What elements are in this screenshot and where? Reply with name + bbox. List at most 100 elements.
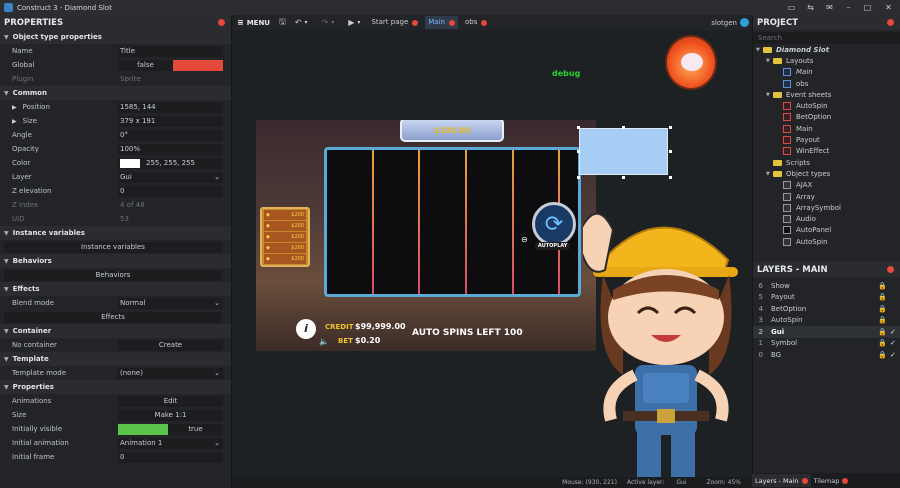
- layer-row[interactable]: 6 Show 🔒: [753, 280, 900, 292]
- section-effects[interactable]: ▼ Effects: [0, 282, 231, 296]
- lock-icon[interactable]: 🔒: [878, 351, 887, 359]
- undo-dropdown-icon[interactable]: ▾: [305, 19, 308, 26]
- tab-layers-main[interactable]: Layers - Main: [752, 474, 811, 487]
- speaker-icon[interactable]: 🔈: [319, 337, 329, 346]
- mascot-ball-sprite[interactable]: [665, 35, 717, 90]
- tab-obs[interactable]: obs: [462, 16, 490, 29]
- info-icon[interactable]: i: [296, 319, 316, 339]
- redo-icon[interactable]: ↷: [322, 18, 329, 27]
- create-container-button[interactable]: Create: [118, 339, 223, 351]
- layer-row[interactable]: 3 AutoSpin 🔒: [753, 315, 900, 327]
- blend-select[interactable]: Normal ⌄: [118, 297, 223, 309]
- lock-icon[interactable]: 🔒: [878, 305, 887, 313]
- close-button[interactable]: ✕: [877, 0, 900, 15]
- name-field[interactable]: Title: [118, 45, 223, 57]
- resize-handle[interactable]: [577, 150, 580, 153]
- opacity-field[interactable]: 100%: [118, 143, 223, 155]
- tab-close-dot[interactable]: [842, 477, 849, 484]
- tree-item-object[interactable]: ArraySymbol: [753, 202, 900, 213]
- initial-animation-select[interactable]: Animation 1 ⌄: [118, 437, 223, 449]
- panel-close-dot[interactable]: [218, 19, 225, 26]
- minimize-button[interactable]: –: [839, 0, 858, 15]
- zelev-field[interactable]: 0: [118, 185, 223, 197]
- instance-variables-button[interactable]: Instance variables: [4, 241, 222, 253]
- section-properties[interactable]: ▼ Properties: [0, 380, 231, 394]
- angle-field[interactable]: 0°: [118, 129, 223, 141]
- resize-handle[interactable]: [669, 150, 672, 153]
- maximize-button[interactable]: □: [858, 0, 877, 15]
- color-field[interactable]: 255, 255, 255: [118, 157, 223, 169]
- remote-preview-icon[interactable]: ⇆: [801, 0, 820, 15]
- lock-icon[interactable]: 🔒: [878, 339, 887, 347]
- position-field[interactable]: 1585, 144: [118, 101, 223, 113]
- redo-dropdown-icon[interactable]: ▾: [331, 19, 334, 26]
- resize-handle[interactable]: [669, 126, 672, 129]
- decrease-bet-icon[interactable]: ⊖: [521, 235, 528, 244]
- account-icon[interactable]: ▭: [782, 0, 801, 15]
- notifications-icon[interactable]: ✉: [820, 0, 839, 15]
- template-mode-select[interactable]: (none) ⌄: [118, 367, 223, 379]
- visible-check-icon[interactable]: ✓: [890, 351, 896, 359]
- selected-title-sprite[interactable]: [579, 128, 668, 175]
- tab-close-dot[interactable]: [801, 477, 808, 484]
- effects-button[interactable]: Effects: [4, 311, 222, 323]
- tree-item-event-sheet[interactable]: AutoSpin: [753, 100, 900, 111]
- tree-item-object[interactable]: AJAX: [753, 180, 900, 191]
- color-swatch[interactable]: [120, 158, 140, 168]
- resize-handle[interactable]: [577, 126, 580, 129]
- resize-handle[interactable]: [577, 176, 580, 179]
- lock-icon[interactable]: 🔒: [878, 316, 887, 324]
- project-search-input[interactable]: Search: [753, 32, 900, 44]
- section-object-type[interactable]: ▼ Object type properties: [0, 30, 231, 44]
- tab-close-dot[interactable]: [448, 19, 455, 26]
- section-container[interactable]: ▼ Container: [0, 324, 231, 338]
- worker-girl-sprite[interactable]: [583, 205, 749, 477]
- section-behaviors[interactable]: ▼ Behaviors: [0, 254, 231, 268]
- lock-icon[interactable]: 🔒: [878, 328, 887, 336]
- tree-folder-layouts[interactable]: ▼ Layouts: [753, 55, 900, 66]
- initially-visible-toggle[interactable]: true: [118, 423, 223, 435]
- section-common[interactable]: ▼ Common: [0, 86, 231, 100]
- tree-item-object[interactable]: Array: [753, 191, 900, 202]
- debug-text[interactable]: debug: [552, 69, 580, 78]
- resize-handle[interactable]: [622, 176, 625, 179]
- layer-row-selected[interactable]: 2 Gui 🔒 ✓: [753, 326, 900, 338]
- tree-item-event-sheet[interactable]: Main: [753, 123, 900, 134]
- tab-tilemap[interactable]: Tilemap: [811, 474, 852, 487]
- edit-animations-button[interactable]: Edit: [118, 395, 223, 407]
- autoplay-spin-button[interactable]: ⟳: [532, 202, 576, 246]
- tree-item-layout[interactable]: obs: [753, 78, 900, 89]
- make-1-1-button[interactable]: Make 1:1: [118, 409, 223, 421]
- tree-folder-object-types[interactable]: ▼ Object types: [753, 168, 900, 179]
- layer-row[interactable]: 1 Symbol 🔒 ✓: [753, 338, 900, 350]
- win-banner[interactable]: $100.00: [400, 120, 504, 142]
- initial-frame-field[interactable]: 0: [118, 451, 223, 463]
- lock-icon[interactable]: 🔒: [878, 293, 887, 301]
- paytable[interactable]: ◆ $200 ◆ $200 ◆ $200 ◆ $200 ◆ $200: [260, 207, 310, 267]
- expand-arrow-icon[interactable]: ▶: [12, 118, 17, 125]
- panel-close-dot[interactable]: [887, 19, 894, 26]
- tree-item-layout[interactable]: Main: [753, 67, 900, 78]
- resize-handle[interactable]: [622, 126, 625, 129]
- resize-handle[interactable]: [669, 176, 672, 179]
- undo-icon[interactable]: ↶: [295, 18, 302, 27]
- panel-close-dot[interactable]: [887, 266, 894, 273]
- size-field[interactable]: 379 x 191: [118, 115, 223, 127]
- tree-root[interactable]: ▼ Diamond Slot: [753, 44, 900, 55]
- tree-item-object[interactable]: AutoSpin: [753, 236, 900, 247]
- preview-dropdown-icon[interactable]: ▾: [357, 19, 360, 26]
- tree-folder-event-sheets[interactable]: ▼ Event sheets: [753, 89, 900, 100]
- layout-canvas[interactable]: debug $100.00 ◆ $200 ◆ $200 ◆ $200 ◆ $200 ◆ $…: [233, 30, 751, 477]
- global-toggle[interactable]: false: [118, 59, 223, 71]
- tree-folder-scripts[interactable]: Scripts: [753, 157, 900, 168]
- layer-select[interactable]: Gui ⌄: [118, 171, 223, 183]
- tree-item-object[interactable]: Audio: [753, 213, 900, 224]
- layer-row[interactable]: 5 Payout 🔒: [753, 292, 900, 304]
- tree-item-event-sheet[interactable]: Payout: [753, 134, 900, 145]
- tree-item-event-sheet[interactable]: BetOption: [753, 112, 900, 123]
- section-template[interactable]: ▼ Template: [0, 352, 231, 366]
- tab-close-dot[interactable]: [412, 19, 419, 26]
- tree-item-object[interactable]: AutoPanel: [753, 225, 900, 236]
- visible-check-icon[interactable]: ✓: [890, 328, 896, 336]
- section-instance-variables[interactable]: ▼ Instance variables: [0, 226, 231, 240]
